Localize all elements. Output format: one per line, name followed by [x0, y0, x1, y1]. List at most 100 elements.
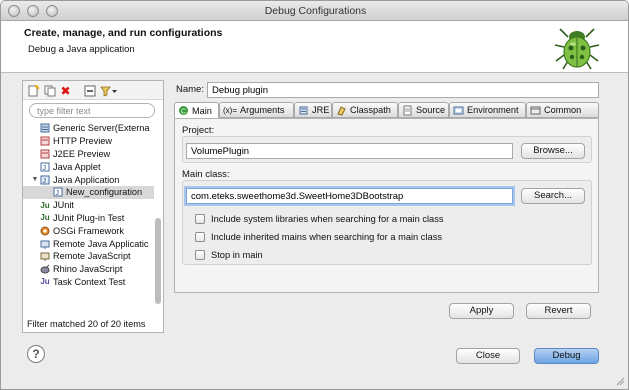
java-config-icon: J: [53, 187, 63, 197]
filter-menu-icon[interactable]: [100, 84, 118, 97]
dialog-header: Create, manage, and run configurations D…: [1, 21, 628, 73]
apply-button[interactable]: Apply: [449, 303, 514, 319]
expanded-arrow-icon[interactable]: ▼: [31, 176, 39, 183]
tree-item-j2ee-preview[interactable]: J2EE Preview: [40, 148, 110, 161]
tree-item-label: JUnit: [53, 200, 74, 211]
config-tabs: C Main (x)= Arguments JRE Classpath Sour…: [174, 102, 599, 119]
tree-item-osgi-framework[interactable]: OSGi Framework: [40, 224, 124, 237]
svg-text:J: J: [43, 178, 47, 185]
tree-item-label: New_configuration: [66, 187, 143, 198]
main-tab-panel: Project: Browse... Main class: Search...…: [174, 118, 599, 293]
junit-icon: Ju: [40, 200, 50, 210]
tab-label: JRE: [312, 105, 330, 115]
include-inherited-mains-row[interactable]: Include inherited mains when searching f…: [195, 231, 442, 243]
filter-status-text: Filter matched 20 of 20 items: [27, 319, 146, 329]
tree-item-generic-server[interactable]: Generic Server(Externa: [40, 122, 150, 135]
debug-bug-icon: [554, 28, 600, 70]
tree-item-remote-javascript[interactable]: Remote JavaScript: [40, 250, 131, 263]
window-title: Debug Configurations: [264, 5, 367, 17]
main-class-input[interactable]: [186, 188, 513, 204]
tree-item-label: HTTP Preview: [53, 136, 113, 147]
tab-label: Common: [544, 105, 582, 115]
tree-item-label: Remote Java Applicatic: [53, 238, 149, 249]
java-applet-icon: J: [40, 162, 50, 172]
main-class-group: Search... Include system libraries when …: [182, 180, 592, 265]
classpath-tab-icon: [336, 105, 347, 116]
resize-grip-icon[interactable]: [615, 376, 625, 386]
new-config-icon[interactable]: [27, 84, 40, 97]
tree-item-remote-java-application[interactable]: Remote Java Applicatic: [40, 237, 149, 250]
project-group: Browse...: [182, 136, 592, 163]
tab-main[interactable]: C Main: [174, 102, 219, 119]
close-button[interactable]: Close: [456, 348, 520, 364]
stop-in-main-row[interactable]: Stop in main: [195, 249, 263, 261]
header-subtitle: Debug a Java application: [28, 44, 135, 55]
tree-item-rhino-javascript[interactable]: Rhino JavaScript: [40, 263, 122, 276]
search-button[interactable]: Search...: [521, 188, 585, 204]
tree-item-label: Remote JavaScript: [53, 251, 131, 262]
include-inherited-mains-checkbox[interactable]: [195, 232, 205, 242]
tab-arguments[interactable]: (x)= Arguments: [219, 102, 294, 118]
config-tree[interactable]: Generic Server(Externa HTTP Preview J2EE…: [23, 122, 155, 309]
tree-item-label: OSGi Framework: [53, 225, 124, 236]
server-icon: [40, 123, 50, 133]
tab-source[interactable]: Source: [398, 102, 449, 118]
project-input[interactable]: [186, 143, 513, 159]
tab-label: Classpath: [350, 105, 391, 115]
delete-config-icon[interactable]: ✖: [59, 84, 72, 97]
duplicate-config-icon[interactable]: [43, 84, 56, 97]
debug-configurations-window: Debug Configurations Create, manage, and…: [0, 0, 629, 390]
jre-tab-icon: [298, 105, 309, 116]
header-title: Create, manage, and run configurations: [24, 27, 223, 39]
include-system-libraries-checkbox[interactable]: [195, 214, 205, 224]
svg-text:J: J: [56, 190, 60, 197]
tree-item-task-context-test[interactable]: Ju Task Context Test: [40, 276, 125, 289]
main-class-label: Main class:: [182, 169, 230, 180]
tab-jre[interactable]: JRE: [294, 102, 332, 118]
tree-item-java-applet[interactable]: J Java Applet: [40, 160, 101, 173]
tab-environment[interactable]: Environment: [449, 102, 526, 118]
tree-item-label: Generic Server(Externa: [53, 123, 150, 134]
tree-item-junit-plugin-test[interactable]: Ju JUnit Plug-in Test: [40, 212, 124, 225]
tree-item-label: Rhino JavaScript: [53, 264, 123, 275]
junit-plugin-icon: Ju: [40, 213, 50, 223]
tree-item-new-configuration[interactable]: J New_configuration: [23, 186, 154, 199]
task-context-icon: Ju: [40, 277, 50, 287]
title-bar[interactable]: Debug Configurations: [1, 1, 628, 21]
rhino-icon: [40, 264, 50, 274]
debug-button[interactable]: Debug: [534, 348, 599, 364]
filter-input[interactable]: [29, 103, 155, 118]
tree-item-http-preview[interactable]: HTTP Preview: [40, 135, 112, 148]
checkbox-label: Stop in main: [211, 250, 263, 260]
j2ee-preview-icon: [40, 149, 50, 159]
name-label: Name:: [176, 84, 204, 95]
tree-item-label: JUnit Plug-in Test: [53, 212, 125, 223]
stop-in-main-checkbox[interactable]: [195, 250, 205, 260]
tree-item-label: J2EE Preview: [53, 148, 111, 159]
tab-common[interactable]: Common: [526, 102, 599, 118]
tree-scroll-thumb[interactable]: [155, 218, 161, 304]
tab-label: Environment: [467, 105, 519, 115]
tree-item-junit[interactable]: Ju JUnit: [40, 199, 74, 212]
java-application-icon: J: [40, 175, 50, 185]
revert-button[interactable]: Revert: [526, 303, 591, 319]
checkbox-label: Include inherited mains when searching f…: [211, 232, 442, 242]
tree-item-label: Java Application: [53, 174, 120, 185]
svg-text:C: C: [181, 109, 186, 116]
tab-label: Source: [416, 105, 446, 115]
include-system-libraries-row[interactable]: Include system libraries when searching …: [195, 213, 444, 225]
tree-scrollbar[interactable]: [154, 122, 162, 309]
help-icon[interactable]: ?: [27, 345, 45, 363]
config-name-input[interactable]: [207, 82, 599, 98]
checkbox-label: Include system libraries when searching …: [211, 214, 444, 224]
browse-button[interactable]: Browse...: [521, 143, 585, 159]
remote-javascript-icon: [40, 251, 50, 262]
tab-label: Arguments: [240, 105, 285, 115]
collapse-all-icon[interactable]: [83, 84, 96, 97]
svg-text:J: J: [43, 165, 47, 172]
tab-classpath[interactable]: Classpath: [332, 102, 398, 118]
source-tab-icon: [402, 105, 413, 116]
project-label: Project:: [182, 125, 215, 136]
tree-item-java-application[interactable]: ▼ J Java Application: [31, 173, 120, 186]
tree-item-label: Java Applet: [53, 161, 101, 172]
